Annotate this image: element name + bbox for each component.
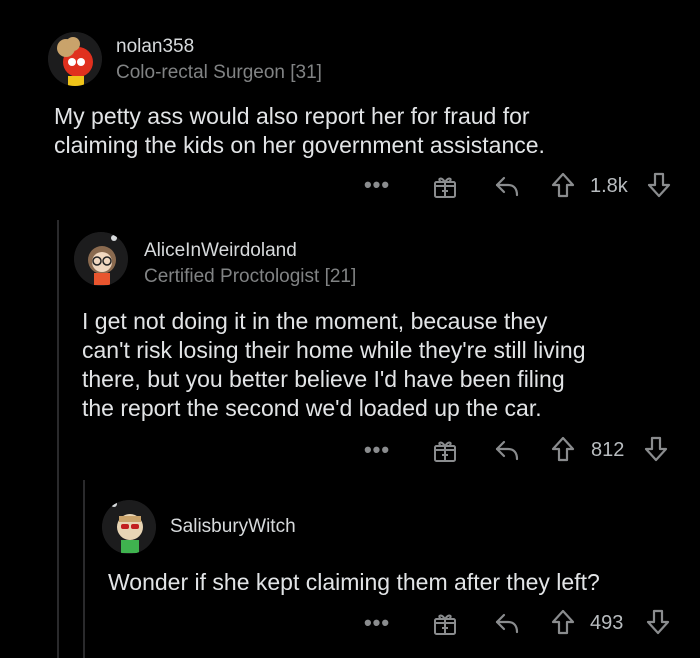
comment-line: can't risk losing their home while they'… <box>82 337 586 363</box>
username[interactable]: nolan358 <box>116 36 194 58</box>
comment-body: My petty ass would also report her for f… <box>54 102 545 160</box>
avatar[interactable] <box>48 32 102 86</box>
comment-line: My petty ass would also report her for f… <box>54 103 530 129</box>
username[interactable]: AliceInWeirdoland <box>144 240 297 262</box>
avatar[interactable] <box>102 500 156 554</box>
avatar[interactable] <box>74 232 128 286</box>
more-options-icon[interactable]: ••• <box>362 172 392 198</box>
avatar-red-character-icon <box>48 32 102 86</box>
comment-line: Wonder if she kept claiming them after t… <box>108 569 600 595</box>
more-options-icon[interactable]: ••• <box>362 437 392 463</box>
reply-arrow-icon[interactable] <box>492 609 522 637</box>
award-gift-icon[interactable] <box>430 172 460 200</box>
upvote-arrow-icon[interactable] <box>548 434 578 464</box>
vote-score: 812 <box>591 439 625 461</box>
more-options-icon[interactable]: ••• <box>362 610 392 636</box>
thread-line <box>57 220 59 658</box>
reply-arrow-icon[interactable] <box>492 172 522 200</box>
vote-score: 493 <box>590 612 624 634</box>
comment-line: there, but you better believe I'd have b… <box>82 366 565 392</box>
comment-body: Wonder if she kept claiming them after t… <box>108 568 600 597</box>
comment-body: I get not doing it in the moment, becaus… <box>82 307 585 423</box>
downvote-arrow-icon[interactable] <box>641 434 671 464</box>
downvote-arrow-icon[interactable] <box>644 170 674 200</box>
user-flair: Colo-rectal Surgeon [31] <box>116 62 322 83</box>
award-gift-icon[interactable] <box>430 436 460 464</box>
username[interactable]: SalisburyWitch <box>170 516 296 538</box>
upvote-arrow-icon[interactable] <box>548 607 578 637</box>
comment-line: the report the second we'd loaded up the… <box>82 395 542 421</box>
comment-line: I get not doing it in the moment, becaus… <box>82 308 548 334</box>
comment-line: claiming the kids on her government assi… <box>54 132 545 158</box>
reply-arrow-icon[interactable] <box>492 436 522 464</box>
avatar-glasses-character-icon <box>74 232 128 286</box>
thread-line <box>83 480 85 658</box>
upvote-arrow-icon[interactable] <box>548 170 578 200</box>
user-flair: Certified Proctologist [21] <box>144 266 357 287</box>
avatar-sunglasses-character-icon <box>102 500 156 554</box>
award-gift-icon[interactable] <box>430 609 460 637</box>
downvote-arrow-icon[interactable] <box>643 607 673 637</box>
vote-score: 1.8k <box>590 175 628 197</box>
